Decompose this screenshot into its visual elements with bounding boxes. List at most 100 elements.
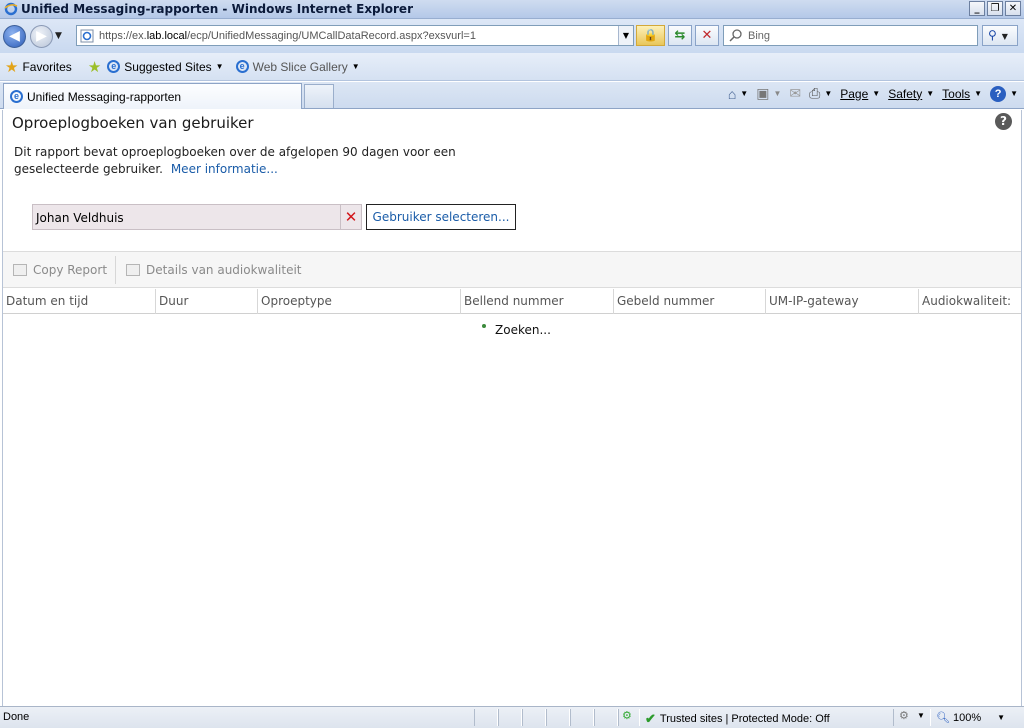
- add-favorite-icon: ★: [87, 58, 102, 76]
- report-description: Dit rapport bevat oproeplogboeken over d…: [14, 144, 474, 178]
- favorites-star-icon: ★: [5, 58, 19, 76]
- url-prefix: https://ex.: [99, 29, 147, 42]
- help-circle-icon: ?: [990, 85, 1007, 102]
- status-bar: Done ⚙ ✔ Trusted sites | Protected Mode:…: [0, 706, 1024, 728]
- navigation-bar: ◀ ▶ ▼ https://ex.lab.local/ecp/UnifiedMe…: [0, 19, 1024, 53]
- lock-icon[interactable]: 🔒: [636, 25, 665, 46]
- refresh-button[interactable]: ⇆: [668, 25, 692, 46]
- recent-pages-dropdown-icon[interactable]: ▼: [55, 31, 62, 41]
- protected-mode-icon: ⚙: [899, 710, 909, 722]
- chevron-down-icon: ▼: [824, 89, 833, 98]
- more-info-link[interactable]: Meer informatie...: [171, 162, 278, 176]
- search-input[interactable]: Bing: [723, 25, 978, 46]
- audio-quality-details-button[interactable]: Details van audiokwaliteit: [126, 262, 302, 277]
- grid-header: Datum en tijd Duur Oproeptype Bellend nu…: [3, 289, 1021, 314]
- address-dropdown-icon[interactable]: ▼: [618, 26, 633, 45]
- select-user-button[interactable]: Gebruiker selecteren...: [366, 204, 516, 230]
- chevron-down-icon: ▼: [997, 713, 1006, 722]
- restore-button[interactable]: ❐: [987, 1, 1003, 16]
- selected-user-field[interactable]: Johan Veldhuis ✕: [32, 204, 362, 230]
- column-header-call-type[interactable]: Oproeptype: [258, 289, 461, 314]
- home-icon: ⌂: [727, 85, 737, 102]
- chevron-down-icon: ▼: [773, 89, 782, 98]
- help-icon[interactable]: ?: [995, 113, 1012, 130]
- status-cell: [546, 709, 570, 726]
- page-title: Oproeplogboeken van gebruiker: [12, 114, 254, 132]
- tab-row: e Unified Messaging-rapporten ⌂ ▼ ▣ ▼ ✉ ⎙ ▼…: [0, 82, 1024, 109]
- safety-menu-label: Safety: [888, 86, 923, 101]
- security-zone[interactable]: ✔ Trusted sites | Protected Mode: Off: [645, 711, 830, 727]
- audio-quality-details-label: Details van audiokwaliteit: [146, 262, 302, 277]
- status-cell: [522, 709, 546, 726]
- suggested-sites-link[interactable]: e Suggested Sites ▼: [107, 59, 224, 74]
- search-placeholder: Bing: [748, 29, 771, 42]
- loading-indicator: Zoeken...: [482, 323, 551, 337]
- rss-icon: ▣: [756, 85, 770, 101]
- column-header-called-number[interactable]: Gebeld nummer: [614, 289, 766, 314]
- status-cell: [498, 709, 522, 726]
- minimize-button[interactable]: _: [969, 1, 985, 16]
- tab-unified-messaging[interactable]: e Unified Messaging-rapporten: [3, 83, 302, 109]
- home-button[interactable]: ⌂ ▼: [728, 86, 748, 102]
- tools-menu[interactable]: Tools ▼: [942, 87, 982, 101]
- privacy-cell[interactable]: ⚙: [618, 709, 640, 726]
- stop-icon: ✕: [701, 28, 713, 43]
- add-ons-cell[interactable]: ⚙ ▼: [893, 709, 931, 726]
- safety-menu[interactable]: Safety ▼: [888, 87, 934, 101]
- suggested-sites-label: Suggested Sites: [124, 59, 212, 74]
- tools-menu-label: Tools: [942, 86, 971, 101]
- search-icon: [729, 28, 742, 42]
- copy-report-button[interactable]: Copy Report: [13, 263, 107, 277]
- stop-button[interactable]: ✕: [695, 25, 719, 46]
- print-button[interactable]: ⎙ ▼: [809, 85, 832, 102]
- read-mail-button[interactable]: ✉: [789, 85, 801, 102]
- page-menu[interactable]: Page ▼: [840, 87, 880, 101]
- column-header-duration[interactable]: Duur: [156, 289, 258, 314]
- help-menu[interactable]: ? ▼: [990, 85, 1018, 102]
- zoom-level: 100%: [952, 711, 982, 724]
- status-cell: [570, 709, 594, 726]
- copy-icon: [13, 263, 27, 276]
- chevron-down-icon: ▼: [1010, 89, 1018, 98]
- column-header-calling-number[interactable]: Bellend nummer: [461, 289, 614, 314]
- column-header-audio-quality[interactable]: Audiokwaliteit:: [919, 289, 1021, 314]
- window-title: Unified Messaging-rapporten - Windows In…: [21, 2, 413, 16]
- chevron-down-icon: ▼: [872, 89, 881, 98]
- column-header-um-ip-gateway[interactable]: UM-IP-gateway: [766, 289, 919, 314]
- page-content: Oproeplogboeken van gebruiker ? Dit rapp…: [2, 110, 1022, 706]
- column-header-datetime[interactable]: Datum en tijd: [3, 289, 156, 314]
- ie-small-icon: e: [235, 60, 249, 73]
- checkmark-icon: ✔: [645, 711, 656, 726]
- back-arrow-icon: ◀: [9, 27, 20, 44]
- chevron-down-icon: ▼: [917, 711, 925, 720]
- security-zone-label: Trusted sites | Protected Mode: Off: [659, 713, 830, 725]
- new-tab-button[interactable]: [304, 84, 334, 108]
- red-x-icon: ✕: [344, 208, 358, 226]
- favorites-button[interactable]: ★ Favorites: [5, 58, 72, 76]
- web-slice-gallery-link[interactable]: e Web Slice Gallery ▼: [235, 59, 360, 74]
- address-bar[interactable]: https://ex.lab.local/ecp/UnifiedMessagin…: [76, 25, 634, 46]
- web-slice-gallery-label: Web Slice Gallery: [252, 59, 348, 74]
- chevron-down-icon: ▼: [926, 89, 935, 98]
- ie-small-icon: e: [107, 60, 121, 73]
- search-dropdown-icon: ▼: [1001, 32, 1008, 41]
- loading-text: Zoeken...: [495, 323, 551, 337]
- clear-user-button[interactable]: ✕: [340, 205, 361, 229]
- url-path: /ecp/UnifiedMessaging/UMCallDataRecord.a…: [187, 29, 476, 42]
- loading-spinner-icon: [482, 324, 486, 328]
- add-to-favorites-bar-button[interactable]: ★: [88, 58, 101, 76]
- forward-button[interactable]: ▶: [30, 24, 53, 48]
- chevron-down-icon: ▼: [740, 89, 749, 98]
- copy-report-label: Copy Report: [33, 262, 108, 277]
- back-button[interactable]: ◀: [3, 24, 26, 48]
- privacy-icon: ⚙: [622, 710, 632, 722]
- feeds-button[interactable]: ▣ ▼: [756, 85, 781, 102]
- printer-icon: ⎙: [809, 85, 821, 101]
- zoom-control[interactable]: 🔍︎ 100% ▼: [936, 711, 1006, 725]
- chevron-down-icon: ▼: [351, 62, 360, 71]
- search-button[interactable]: ⚲ ▼: [982, 25, 1018, 46]
- chevron-down-icon: ▼: [215, 62, 224, 71]
- url-domain: lab.local: [146, 29, 188, 42]
- address-url: https://ex.lab.local/ecp/UnifiedMessagin…: [99, 30, 476, 42]
- close-window-button[interactable]: ✕: [1005, 1, 1021, 16]
